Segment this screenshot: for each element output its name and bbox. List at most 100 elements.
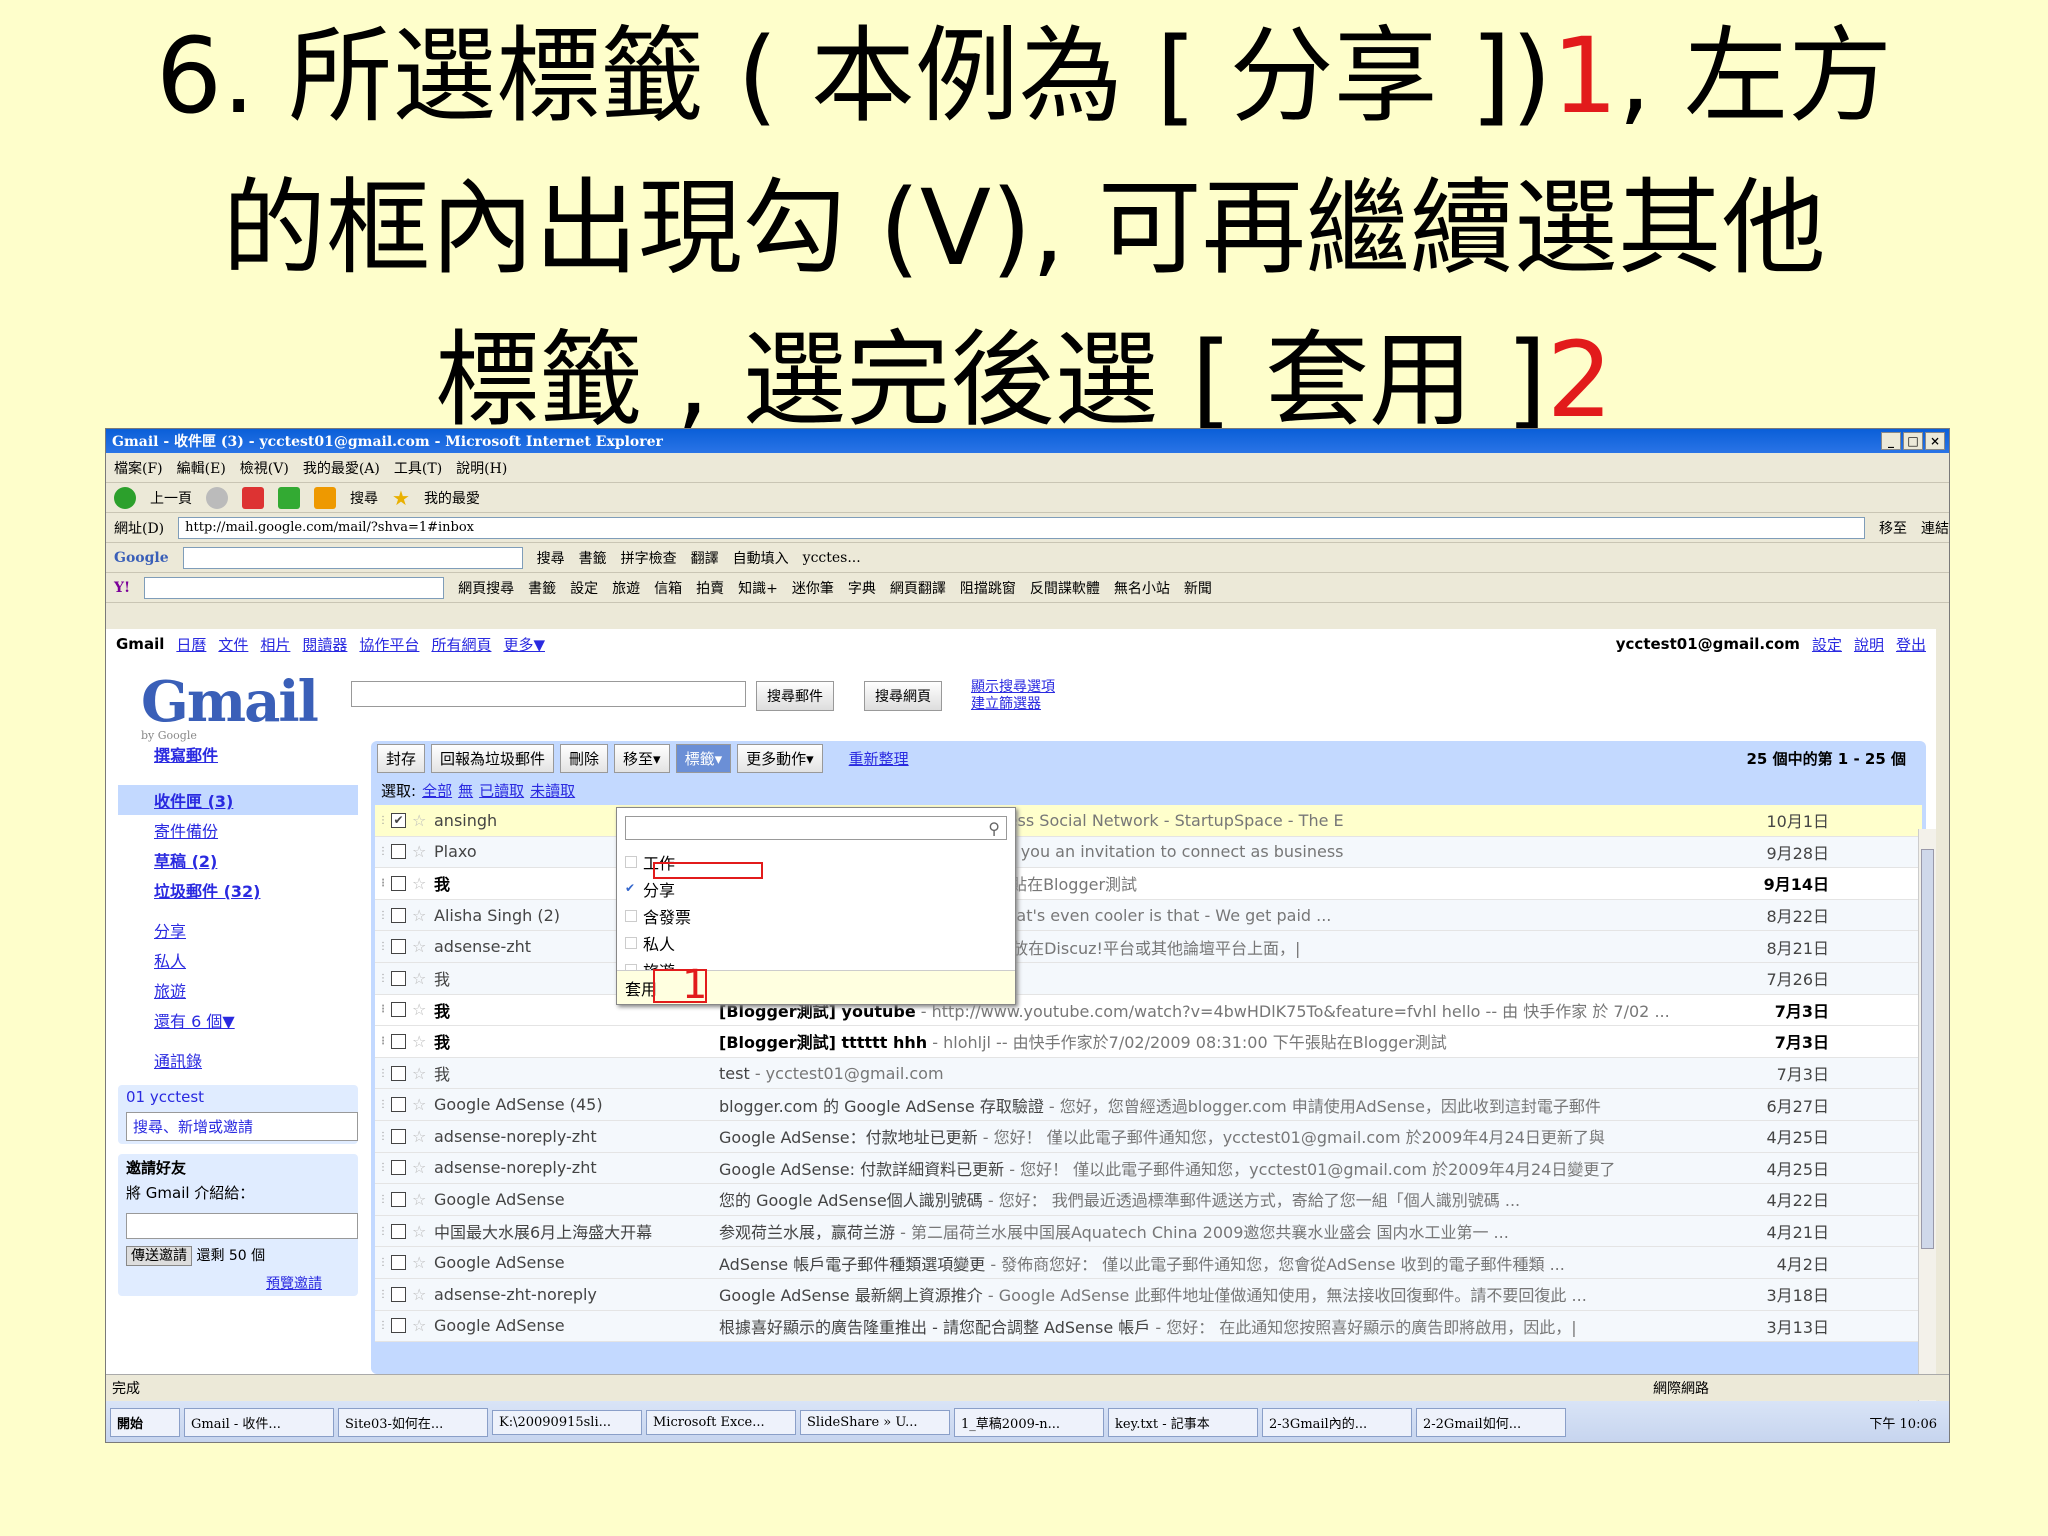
- subject[interactable]: test - ycctest01@gmail.com: [719, 1064, 1759, 1083]
- nav-link[interactable]: 日曆: [176, 634, 206, 655]
- action-button[interactable]: 移至▾: [614, 743, 670, 773]
- subject[interactable]: blogger.com 的 Google AdSense 存取驗證 - 您好，您…: [719, 1093, 1759, 1117]
- chat-user[interactable]: 01 ycctest: [126, 1088, 204, 1106]
- back-label[interactable]: 上一頁: [150, 488, 192, 508]
- address-input[interactable]: http://mail.google.com/mail/?shva=1#inbo…: [178, 516, 1865, 539]
- yahoo-toolbar-item[interactable]: 網頁翻譯: [890, 578, 946, 598]
- menu-item[interactable]: 工具(T): [394, 458, 442, 478]
- star-icon[interactable]: ☆: [412, 1253, 434, 1272]
- table-row[interactable]: ⋮⋮ ☆ 我 [Blogger測試] tttttt hhh - hlohljl -- …: [375, 1026, 1922, 1058]
- mail-search-input[interactable]: [351, 681, 746, 707]
- drag-handle-icon[interactable]: ⋮⋮: [375, 1068, 398, 1079]
- drag-handle-icon[interactable]: ⋮⋮: [375, 1320, 398, 1331]
- contacts-link[interactable]: 通訊錄: [118, 1045, 358, 1075]
- menu-item[interactable]: 說明(H): [456, 458, 507, 478]
- star-icon[interactable]: ☆: [412, 874, 434, 893]
- star-icon[interactable]: ☆: [412, 1127, 434, 1146]
- drag-handle-icon[interactable]: ⋮⋮: [375, 1257, 398, 1268]
- star-icon[interactable]: ☆: [412, 1158, 434, 1177]
- links-label[interactable]: 連結: [1921, 518, 1949, 538]
- star-icon[interactable]: ☆: [412, 1032, 434, 1051]
- row-checkbox[interactable]: [391, 1128, 406, 1144]
- search-web-button[interactable]: 搜尋網頁: [864, 681, 942, 711]
- close-icon[interactable]: ×: [1925, 432, 1945, 450]
- star-icon[interactable]: ☆: [412, 1000, 434, 1019]
- drag-handle-icon[interactable]: ⋮⋮: [375, 1162, 398, 1173]
- forward-icon[interactable]: [206, 486, 228, 509]
- yahoo-toolbar-item[interactable]: 信箱: [654, 578, 682, 598]
- label-checkbox[interactable]: [625, 855, 637, 868]
- subject[interactable]: Google AdSense 最新網上資源推介 - Google AdSense…: [719, 1282, 1759, 1306]
- star-icon[interactable]: ☆: [412, 906, 434, 925]
- yahoo-toolbar-item[interactable]: 旅遊: [612, 578, 640, 598]
- table-row[interactable]: ⋮⋮ ☆ Google AdSense 您的 Google AdSense個人識別號碼…: [375, 1184, 1922, 1216]
- drag-handle-icon[interactable]: ⋮⋮: [375, 973, 398, 984]
- subject[interactable]: [Blogger測試] tttttt hhh - hlohljl -- 由快手作…: [719, 1029, 1759, 1053]
- chat-search-input[interactable]: 搜尋、新增或邀請: [126, 1112, 358, 1141]
- drag-handle-icon[interactable]: ⋮⋮: [375, 846, 398, 857]
- account-link[interactable]: 登出: [1896, 634, 1926, 655]
- subject[interactable]: 您的 Google AdSense個人識別號碼 - 您好： 我們最近透過標準郵件…: [719, 1187, 1759, 1211]
- drag-handle-icon[interactable]: ⋮⋮: [375, 1226, 398, 1237]
- drag-handle-icon[interactable]: ⋮⋮: [375, 941, 398, 952]
- table-row[interactable]: ⋮⋮ ☆ 我 [Blogger測試] youtube - http://www.you…: [375, 994, 1922, 1027]
- table-row[interactable]: ⋮⋮ ☆ Google AdSense 根據喜好顯示的廣告隆重推出 - 請您配合調整 …: [375, 1310, 1922, 1343]
- row-checkbox[interactable]: ✔: [391, 812, 406, 828]
- google-toolbar-item[interactable]: ycctes...: [803, 550, 861, 566]
- account-link[interactable]: 說明: [1854, 634, 1884, 655]
- nav-drafts[interactable]: 草稿 (2): [118, 845, 358, 875]
- taskbar-item[interactable]: K:\20090915sli...: [492, 1409, 642, 1435]
- subject[interactable]: AdSense 帳戶電子郵件種類選項變更 - 發佈商您好： 僅以此電子郵件通知您…: [719, 1251, 1759, 1275]
- row-checkbox[interactable]: [391, 1002, 406, 1018]
- table-row[interactable]: ⋮⋮ ☆ 中国最大水展6月上海盛大开幕 参观荷兰水展，赢荷兰游 - 第二届荷兰水展中国…: [375, 1215, 1922, 1248]
- gmail-logo[interactable]: Gmail by Google: [141, 669, 319, 742]
- row-checkbox[interactable]: [391, 875, 406, 891]
- yahoo-toolbar-item[interactable]: 網頁搜尋: [458, 578, 514, 598]
- select-link[interactable]: 已讀取: [479, 780, 524, 801]
- yahoo-search-input[interactable]: [144, 576, 445, 599]
- table-row[interactable]: ⋮⋮☆我北京模場2號航站圖 - 北京模場2號航站圖7月26日: [375, 962, 1922, 995]
- drag-handle-icon[interactable]: ⋮⋮: [375, 1099, 398, 1110]
- drag-handle-icon[interactable]: ⋮⋮: [375, 1131, 398, 1142]
- label-more[interactable]: 還有 6 個▼: [118, 1005, 358, 1035]
- favorites-label[interactable]: 我的最愛: [424, 488, 480, 508]
- drag-handle-icon[interactable]: ⋮⋮: [375, 1289, 398, 1300]
- start-button[interactable]: 開始: [110, 1407, 180, 1437]
- drag-handle-icon[interactable]: ⋮⋮: [375, 1004, 398, 1015]
- yahoo-toolbar-item[interactable]: 迷你筆: [792, 578, 834, 598]
- refresh-link[interactable]: 重新整理: [849, 748, 909, 769]
- subject[interactable]: 参观荷兰水展，赢荷兰游 - 第二届荷兰水展中国展Aquatech China 2…: [719, 1219, 1759, 1243]
- go-button[interactable]: 移至: [1879, 518, 1907, 538]
- table-row[interactable]: ⋮⋮ ☆ adsense-noreply-zht Google AdSense：付款地…: [375, 1120, 1922, 1153]
- action-button[interactable]: 封存: [377, 743, 426, 773]
- invite-email-input[interactable]: [126, 1213, 358, 1239]
- menu-item[interactable]: 檢視(V): [240, 458, 289, 478]
- google-toolbar-item[interactable]: 自動填入: [733, 548, 789, 568]
- nav-inbox[interactable]: 收件匣 (3): [118, 785, 358, 815]
- drag-handle-icon[interactable]: ⋮⋮: [375, 1194, 398, 1205]
- taskbar-item[interactable]: Gmail - 收件...: [184, 1407, 334, 1437]
- google-toolbar-item[interactable]: 翻譯: [691, 548, 719, 568]
- row-checkbox[interactable]: [391, 907, 406, 923]
- yahoo-toolbar-item[interactable]: 阻擋跳窗: [960, 578, 1016, 598]
- nav-link[interactable]: 閱讀器: [302, 634, 347, 655]
- action-button[interactable]: 更多動作▾: [737, 743, 823, 773]
- label-share[interactable]: 分享: [118, 915, 358, 945]
- row-checkbox[interactable]: [391, 1097, 406, 1113]
- row-checkbox[interactable]: [391, 1160, 406, 1176]
- yahoo-toolbar-item[interactable]: 無名小站: [1114, 578, 1170, 598]
- table-row[interactable]: ⋮⋮ ☆ adsense-noreply-zht Google AdSense: 付款…: [375, 1152, 1922, 1185]
- google-toolbar-item[interactable]: 拼字檢查: [621, 548, 677, 568]
- taskbar-item[interactable]: key.txt - 記事本: [1108, 1407, 1258, 1437]
- row-checkbox[interactable]: [391, 1255, 406, 1271]
- select-link[interactable]: 無: [458, 780, 473, 801]
- label-checkbox[interactable]: ✔: [625, 882, 637, 895]
- nav-link[interactable]: 協作平台: [359, 634, 419, 655]
- nav-sent[interactable]: 寄件備份: [118, 815, 358, 845]
- row-checkbox[interactable]: [391, 970, 406, 986]
- table-row[interactable]: ⋮⋮☆我快手作家於9/13/2009 11:29:00 下午張貼在Blogger…: [375, 868, 1922, 900]
- subject[interactable]: Google AdSense：付款地址已更新 - 您好！ 僅以此電子郵件通知您，…: [719, 1124, 1759, 1148]
- stop-icon[interactable]: [242, 486, 264, 509]
- label-option[interactable]: 私人: [617, 929, 1015, 956]
- yahoo-toolbar-item[interactable]: 反間諜軟體: [1030, 578, 1100, 598]
